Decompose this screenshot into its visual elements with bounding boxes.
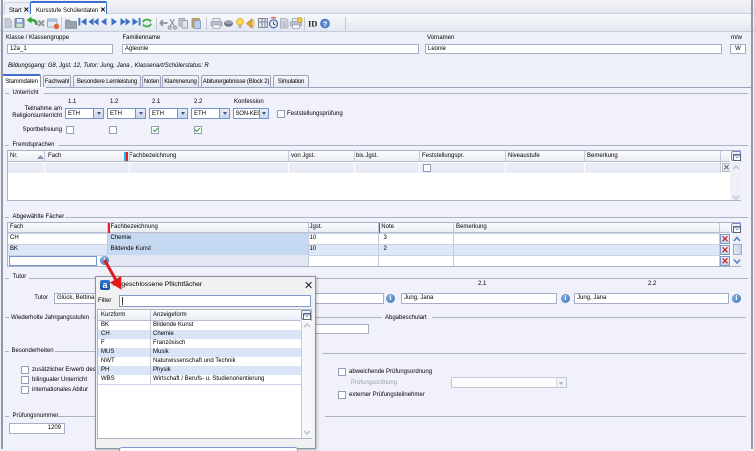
svg-text:?: ? [323, 19, 328, 28]
svg-text:ID: ID [308, 19, 317, 29]
